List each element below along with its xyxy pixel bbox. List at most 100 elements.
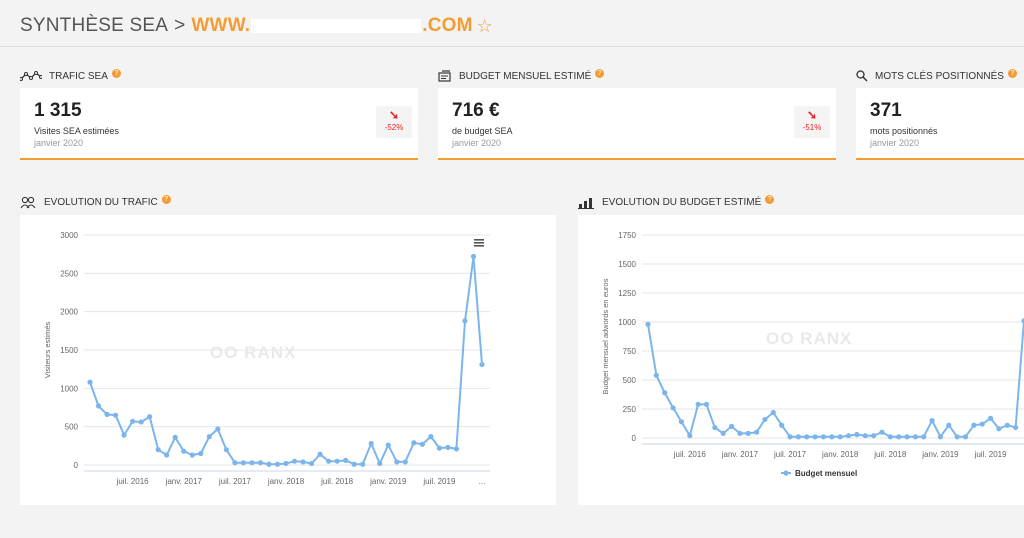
kpi-label-text: MOTS CLÉS POSITIONNÉS	[875, 70, 1004, 82]
page-title-domain-end: .COM	[422, 15, 473, 36]
data-point	[138, 419, 144, 425]
data-point	[377, 460, 383, 467]
x-tick-label: janv. 2019	[921, 450, 959, 459]
kpi-value: 1 315	[34, 100, 82, 121]
data-point	[879, 429, 885, 435]
star-icon[interactable]: ☆	[477, 16, 493, 37]
trend-line-icon	[20, 71, 42, 81]
traffic-chart: 0 500 1000 1500 2000 2500 3000 OO RANX Visiteurs…	[43, 231, 490, 486]
y-tick-label: 1000	[618, 318, 636, 327]
data-point	[112, 412, 119, 418]
kpi-label-keywords: MOTS CLÉS POSITIONNÉS ?	[856, 68, 1017, 83]
redacted-domain	[251, 19, 422, 33]
info-icon[interactable]: ?	[595, 68, 605, 78]
menu-icon-bar	[474, 242, 484, 244]
data-point	[360, 461, 366, 467]
watermark: OO RANX	[210, 343, 296, 362]
info-icon[interactable]: ?	[161, 194, 171, 204]
search-icon	[856, 70, 868, 82]
data-point	[164, 452, 170, 458]
data-point	[1004, 422, 1010, 428]
section-label-budget: EVOLUTION DU BUDGET ESTIMÉ ?	[578, 194, 775, 209]
data-point	[155, 447, 161, 453]
users-icon	[20, 196, 36, 208]
arrow-down-icon: ➘	[388, 108, 400, 122]
data-point	[845, 433, 852, 439]
x-tick-label: juil. 2017	[773, 450, 807, 459]
data-point	[954, 434, 960, 440]
y-tick-label: 3000	[60, 231, 78, 240]
data-point	[795, 434, 801, 440]
page-title-separator: >	[174, 15, 186, 36]
data-point	[181, 448, 187, 454]
info-icon[interactable]: ?	[111, 68, 121, 78]
chart-legend[interactable]: Budget mensuel	[781, 469, 857, 478]
data-point	[820, 434, 827, 440]
info-icon[interactable]: ?	[765, 194, 775, 204]
data-point	[987, 415, 994, 421]
kpi-card-budget: 716 € de budget SEA janvier 2020 ➘ -51%	[438, 88, 836, 160]
page-title-domain-start: WWW.	[191, 15, 251, 36]
data-point	[300, 459, 306, 465]
x-tick-label: juil. 2016	[116, 477, 150, 486]
kpi-label-text: BUDGET MENSUEL ESTIMÉ	[459, 70, 592, 82]
arrow-down-icon: ➘	[806, 108, 818, 122]
y-tick-label: 1750	[618, 231, 636, 240]
data-point	[283, 460, 289, 467]
x-tick-label: janv. 2019	[369, 477, 407, 486]
x-tick-label: juil. 2018	[320, 477, 354, 486]
data-point	[762, 416, 768, 423]
data-point	[971, 422, 977, 428]
data-point	[147, 414, 153, 420]
kpi-card-traffic: 1 315 Visites SEA estimées janvier 2020 …	[20, 88, 418, 160]
x-tick-label: juil. 2019	[422, 477, 456, 486]
y-tick-label: 2500	[60, 269, 78, 278]
y-tick-label: 2000	[60, 308, 78, 317]
data-point	[121, 432, 127, 438]
kpi-label-traffic: TRAFIC SEA ?	[20, 68, 121, 83]
y-tick-label: 0	[74, 461, 79, 470]
data-point	[829, 434, 835, 440]
menu-icon[interactable]	[474, 239, 484, 247]
data-point	[854, 431, 860, 438]
y-tick-label: 250	[623, 405, 637, 414]
data-point	[351, 461, 357, 467]
data-point	[428, 434, 434, 440]
x-tick-label: janv. 2018	[267, 477, 305, 486]
section-label-text: EVOLUTION DU TRAFIC	[44, 196, 158, 208]
data-point	[804, 434, 810, 440]
kpi-description: Visites SEA estimées	[34, 126, 119, 136]
data-point	[249, 460, 255, 466]
data-point	[257, 460, 264, 466]
data-point	[479, 361, 485, 368]
y-tick-label: 500	[65, 423, 79, 432]
data-point	[779, 422, 785, 428]
data-point	[770, 409, 776, 416]
data-point	[172, 434, 178, 440]
y-tick-label: 0	[632, 434, 637, 443]
data-point	[419, 441, 425, 447]
data-point	[95, 403, 102, 409]
kpi-label-budget: BUDGET MENSUEL ESTIMÉ ?	[438, 68, 605, 83]
traffic-chart-card: 0 500 1000 1500 2000 2500 3000 OO RANX Visiteurs…	[20, 215, 556, 505]
data-point	[291, 458, 298, 464]
data-point	[812, 434, 818, 440]
info-icon[interactable]: ?	[1007, 68, 1017, 78]
y-tick-label: 750	[623, 347, 637, 356]
legend-marker	[783, 470, 789, 476]
data-point	[470, 253, 477, 260]
page-title: SYNTHÈSE SEA > WWW. .COM ☆	[20, 12, 493, 40]
data-point	[996, 426, 1002, 432]
kpi-description: de budget SEA	[452, 126, 513, 136]
change-badge: ➘ -52%	[376, 106, 412, 138]
data-point	[695, 401, 701, 407]
y-tick-label: 500	[623, 376, 637, 385]
data-point	[837, 434, 843, 440]
kpi-value: 716 €	[452, 100, 500, 121]
data-point	[720, 430, 726, 436]
y-axis-title: Budget mensuel adwords en euros	[601, 278, 610, 394]
data-point	[645, 321, 651, 327]
data-point	[334, 458, 340, 464]
x-tick-label: juil. 2018	[873, 450, 907, 459]
x-tick-label: juil. 2016	[673, 450, 707, 459]
